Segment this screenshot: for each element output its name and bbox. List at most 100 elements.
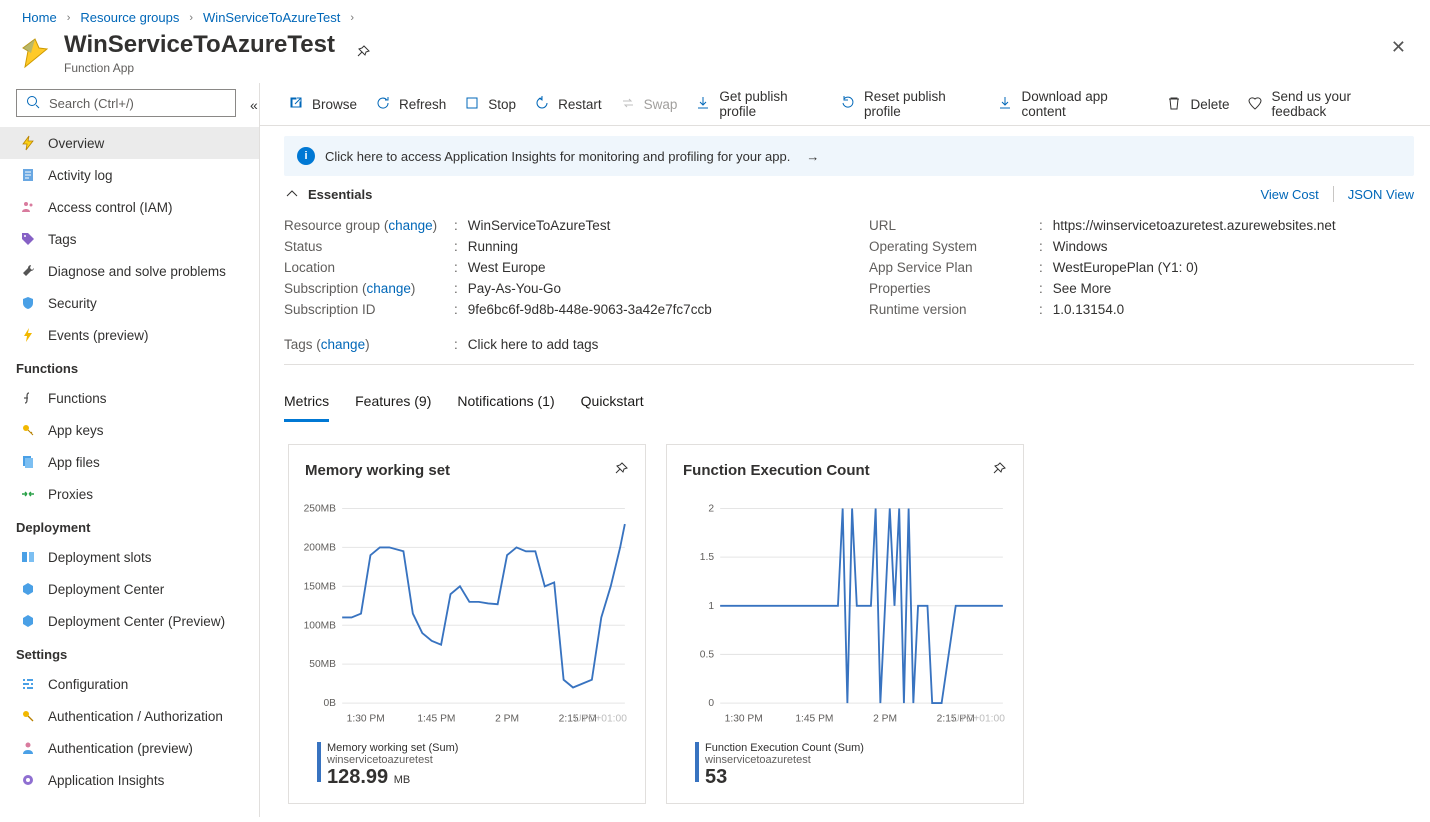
toolbar-label: Reset publish profile: [864, 89, 980, 119]
essentials-value: West Europe: [468, 260, 546, 275]
essentials-label: Subscription ID: [284, 302, 444, 317]
essentials-value[interactable]: WinServiceToAzureTest: [468, 218, 611, 233]
keys-icon: [20, 422, 36, 438]
search-box[interactable]: [16, 89, 236, 117]
tab-features[interactable]: Features (9): [355, 387, 431, 422]
nav-group-title: Deployment: [0, 510, 259, 541]
refresh-icon: [375, 95, 391, 114]
pin-card-icon[interactable]: [613, 461, 629, 480]
sidebar-item-appkeys[interactable]: App keys: [0, 414, 259, 446]
sidebar-item-slots[interactable]: Deployment slots: [0, 541, 259, 573]
chart-count[interactable]: 00.511.521:30 PM1:45 PM2 PM2:15 PMUTC+01…: [671, 496, 1009, 734]
svg-text:1: 1: [708, 601, 714, 612]
people-icon: [20, 199, 36, 215]
svg-text:0: 0: [708, 698, 714, 709]
sidebar-item-label: Application Insights: [48, 773, 164, 788]
search-input[interactable]: [47, 95, 227, 112]
sidebar-item-config[interactable]: Configuration: [0, 668, 259, 700]
json-view-link[interactable]: JSON View: [1348, 187, 1414, 202]
sidebar-item-label: Diagnose and solve problems: [48, 264, 226, 279]
tab-metrics[interactable]: Metrics: [284, 387, 329, 422]
resetpub-button[interactable]: Reset publish profile: [840, 89, 980, 119]
info-banner[interactable]: i Click here to access Application Insig…: [284, 136, 1414, 176]
essentials-value[interactable]: WestEuropePlan (Y1: 0): [1053, 260, 1198, 275]
pin-card-icon[interactable]: [991, 461, 1007, 480]
sidebar-item-appfiles[interactable]: App files: [0, 446, 259, 478]
chart-mem[interactable]: 0B50MB100MB150MB200MB250MB1:30 PM1:45 PM…: [293, 496, 631, 734]
fn-icon: [20, 390, 36, 406]
essentials-row: Operating System:Windows: [869, 239, 1414, 254]
card-title: Memory working set: [305, 462, 450, 479]
sidebar-item-label: Security: [48, 296, 97, 311]
download-icon: [997, 95, 1013, 114]
sidebar-item-proxies[interactable]: Proxies: [0, 478, 259, 510]
toolbar-label: Stop: [488, 97, 516, 112]
essentials-label: Subscription (change): [284, 281, 444, 296]
dlapp-button[interactable]: Download app content: [997, 89, 1148, 119]
sidebar-item-appi[interactable]: Application Insights: [0, 764, 259, 796]
browse-button[interactable]: Browse: [288, 95, 357, 114]
toolbar-label: Get publish profile: [719, 89, 822, 119]
essentials-value[interactable]: Pay-As-You-Go: [468, 281, 561, 296]
delete-button[interactable]: Delete: [1166, 95, 1229, 114]
tag-icon: [20, 231, 36, 247]
sidebar-item-label: App files: [48, 455, 100, 470]
change-link[interactable]: change: [321, 337, 365, 352]
svg-text:0.5: 0.5: [700, 650, 715, 661]
svg-text:UTC+01:00: UTC+01:00: [574, 714, 627, 725]
sidebar-item-events[interactable]: Events (preview): [0, 319, 259, 351]
shield-icon: [20, 295, 36, 311]
function-app-icon: [18, 36, 52, 70]
sidebar-item-overview[interactable]: Overview: [0, 127, 259, 159]
sidebar-item-label: Deployment slots: [48, 550, 152, 565]
depctr-icon: [20, 581, 36, 597]
sidebar-item-label: App keys: [48, 423, 104, 438]
stop-button[interactable]: Stop: [464, 95, 516, 114]
chart-legend: Function Execution Count (Sum)winservice…: [667, 738, 1023, 803]
essentials-row: Location:West Europe: [284, 260, 829, 275]
proxies-icon: [20, 486, 36, 502]
swap-button: Swap: [620, 95, 678, 114]
toolbar-label: Restart: [558, 97, 602, 112]
refresh-button[interactable]: Refresh: [375, 95, 446, 114]
toolbar-label: Browse: [312, 97, 357, 112]
crumb-home[interactable]: Home: [22, 10, 57, 25]
essentials-value[interactable]: Click here to add tags: [468, 337, 599, 352]
metric-cards: Memory working set 0B50MB100MB150MB200MB…: [288, 444, 1430, 804]
crumb-rg[interactable]: Resource groups: [80, 10, 179, 25]
crumb-app[interactable]: WinServiceToAzureTest: [203, 10, 340, 25]
feedback-button[interactable]: Send us your feedback: [1247, 89, 1402, 119]
sidebar-item-functions[interactable]: Functions: [0, 382, 259, 414]
sidebar-item-depcp[interactable]: Deployment Center (Preview): [0, 605, 259, 637]
view-cost-link[interactable]: View Cost: [1260, 187, 1318, 202]
sidebar-item-diag[interactable]: Diagnose and solve problems: [0, 255, 259, 287]
sidebar: « Overview Activity log Access control (…: [0, 83, 260, 817]
chevron-down-icon[interactable]: [284, 186, 300, 202]
restart-icon: [534, 95, 550, 114]
close-icon[interactable]: ✕: [1385, 31, 1412, 64]
essentials-value[interactable]: See More: [1053, 281, 1112, 296]
sidebar-item-authp[interactable]: Authentication (preview): [0, 732, 259, 764]
getpub-button[interactable]: Get publish profile: [695, 89, 822, 119]
tab-quickstart[interactable]: Quickstart: [581, 387, 644, 422]
essentials-value[interactable]: https://winservicetoazuretest.azurewebsi…: [1053, 218, 1336, 233]
sidebar-item-auth[interactable]: Authentication / Authorization: [0, 700, 259, 732]
svg-text:2 PM: 2 PM: [873, 714, 897, 725]
sidebar-item-depc[interactable]: Deployment Center: [0, 573, 259, 605]
pivot-tabs: Metrics Features (9) Notifications (1) Quic…: [284, 387, 1430, 422]
sidebar-item-label: Access control (IAM): [48, 200, 173, 215]
restart-button[interactable]: Restart: [534, 95, 602, 114]
sidebar-item-iam[interactable]: Access control (IAM): [0, 191, 259, 223]
breadcrumb: Home Resource groups WinServiceToAzureTe…: [0, 0, 1430, 29]
sidebar-item-security[interactable]: Security: [0, 287, 259, 319]
pin-page-icon[interactable]: [355, 44, 371, 63]
change-link[interactable]: change: [367, 281, 411, 296]
tab-notifications[interactable]: Notifications (1): [457, 387, 554, 422]
sidebar-item-tags[interactable]: Tags: [0, 223, 259, 255]
sidebar-item-label: Configuration: [48, 677, 128, 692]
sidebar-item-activity[interactable]: Activity log: [0, 159, 259, 191]
essentials-label: Tags (change): [284, 337, 444, 352]
title-row: WinServiceToAzureTest Function App ✕: [0, 29, 1430, 83]
change-link[interactable]: change: [388, 218, 432, 233]
collapse-sidebar-icon[interactable]: «: [250, 97, 258, 113]
